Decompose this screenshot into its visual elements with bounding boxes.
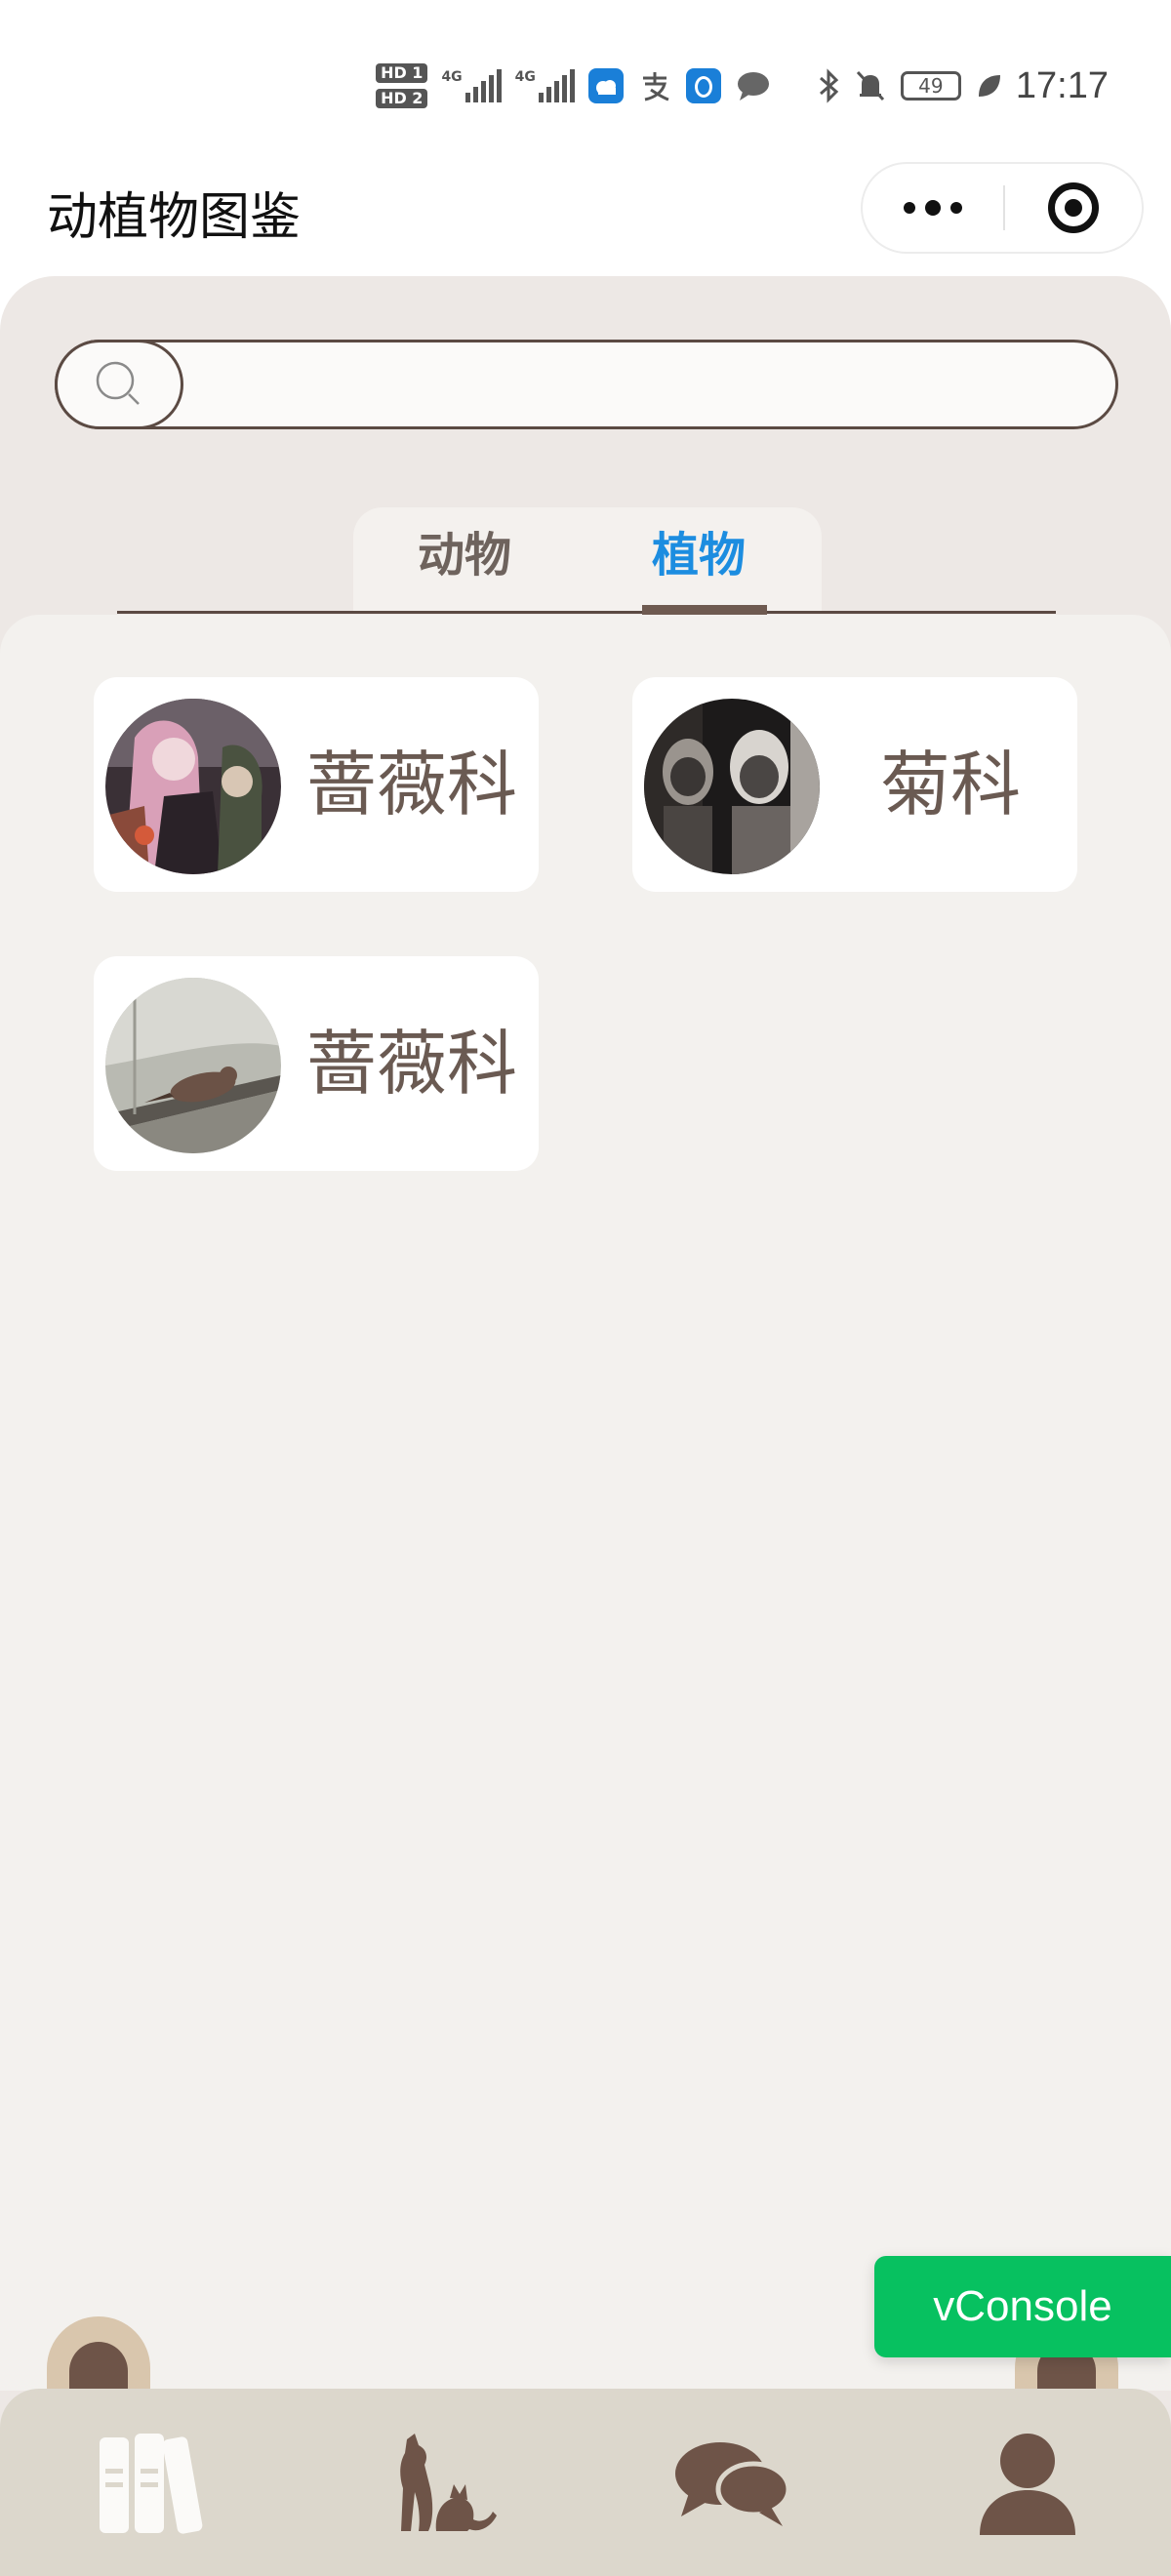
chat-icon [675, 2442, 791, 2526]
more-dot-icon [904, 202, 915, 214]
search-icon [96, 361, 140, 405]
clock: 17:17 [1015, 64, 1109, 106]
family-thumbnail [644, 699, 820, 874]
target-icon [1048, 182, 1099, 233]
weather-app-icon [587, 68, 624, 103]
nav-book[interactable] [72, 2410, 219, 2556]
family-name: 蔷薇科 [305, 744, 517, 825]
tab-animals[interactable]: 动物 [418, 521, 511, 589]
family-card[interactable]: 菊科 [632, 677, 1077, 892]
search-button[interactable] [55, 340, 183, 429]
book-icon [100, 2434, 203, 2534]
nav-animals[interactable] [371, 2410, 517, 2556]
alipay-icon [642, 72, 669, 101]
signal-icon-2: 4G [515, 69, 575, 102]
content-area: 蔷薇科 菊科 蔷薇科 [0, 615, 1171, 2391]
bluetooth-icon [819, 68, 839, 103]
vconsole-button[interactable]: vConsole [874, 2256, 1171, 2357]
tabs-divider [117, 611, 1056, 614]
tab-plants[interactable]: 植物 [652, 521, 746, 589]
family-thumbnail [105, 978, 281, 1153]
nav-profile[interactable] [954, 2410, 1101, 2556]
sim1-badge: HD 1 [376, 63, 428, 83]
status-bar: HD 1 HD 2 4G 4G 49 17:17 [0, 0, 1171, 166]
sim2-badge: HD 2 [376, 89, 428, 108]
more-dot-icon [950, 202, 962, 214]
battery-icon: 49 [900, 71, 961, 101]
signal-icon: 4G [441, 69, 502, 102]
mute-icon [856, 70, 885, 101]
qq-app-icon [685, 68, 721, 103]
family-card[interactable]: 蔷薇科 [94, 677, 539, 892]
user-icon [980, 2434, 1075, 2535]
leaf-icon [978, 75, 1000, 97]
miniprogram-capsule [861, 162, 1144, 254]
network-label-1: 4G [441, 69, 463, 85]
family-name: 蔷薇科 [305, 1023, 517, 1105]
close-button[interactable] [1005, 164, 1142, 252]
family-name: 菊科 [879, 744, 1021, 825]
more-button[interactable] [863, 164, 1003, 252]
family-card[interactable]: 蔷薇科 [94, 956, 539, 1171]
page-title: 动植物图鉴 [47, 188, 302, 247]
nav-chat[interactable] [660, 2410, 806, 2556]
more-dot-icon [925, 200, 941, 216]
network-label-2: 4G [514, 69, 536, 85]
message-icon [737, 72, 769, 101]
animal-icon [400, 2434, 497, 2531]
status-icons: HD 1 HD 2 4G 4G 49 17:17 [376, 57, 1109, 115]
search-input[interactable] [55, 340, 1118, 429]
active-tab-indicator [642, 605, 767, 615]
family-thumbnail [105, 699, 281, 874]
sim-indicators: HD 1 HD 2 [376, 63, 428, 108]
